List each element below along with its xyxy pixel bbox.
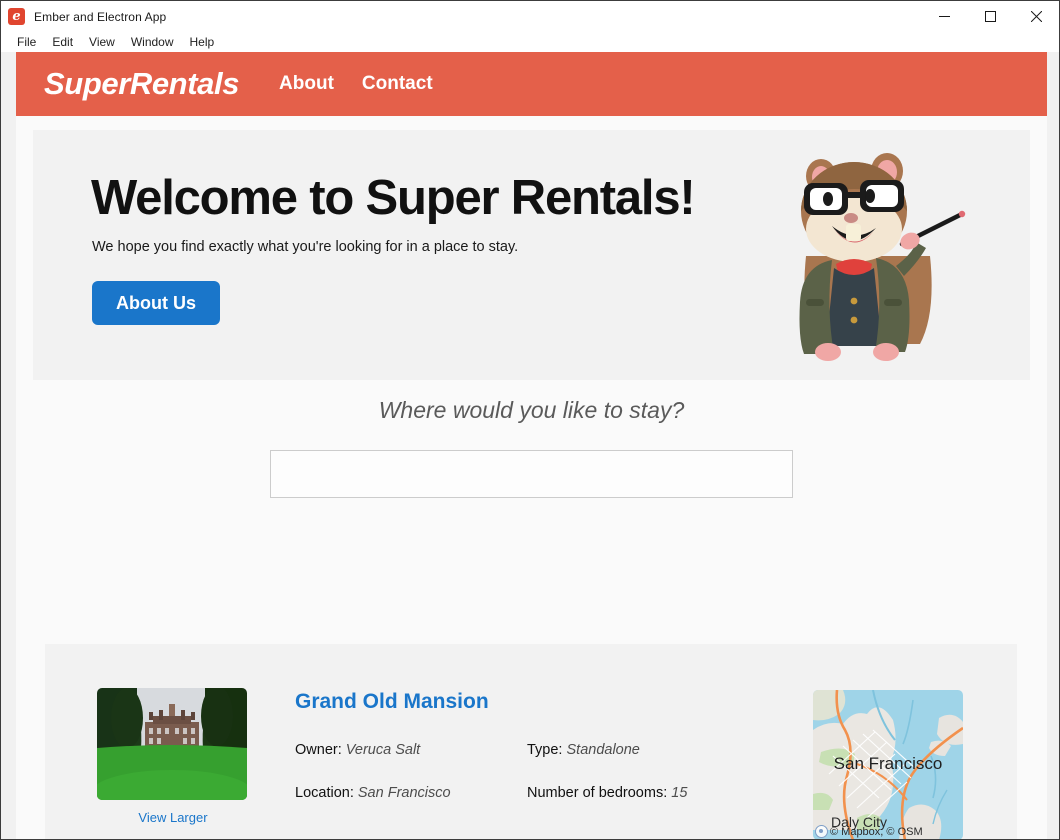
menu-item-file[interactable]: File [9,32,44,52]
detail-value-bedrooms: 15 [671,785,688,801]
listing-detail-bedrooms: Number of bedrooms: 15 [527,785,813,801]
view-larger-link[interactable]: View Larger [97,810,249,825]
web-page: SuperRentals About Contact Welcome to Su… [1,52,1059,839]
menu-item-window[interactable]: Window [123,32,182,52]
svg-text:San Francisco: San Francisco [834,754,943,773]
listing-details-column: Grand Old Mansion Owner: Veruca Salt Typ… [249,688,813,839]
listing-detail-grid: Owner: Veruca Salt Type: Standalone Loca… [295,742,813,801]
search-heading: Where would you like to stay? [378,397,685,423]
detail-label-bedrooms: Number of bedrooms: [527,785,668,801]
browser-viewport: SuperRentals About Contact Welcome to Su… [1,52,1059,839]
hero-jumbotron: Welcome to Super Rentals! We hope you fi… [33,130,1030,380]
menu-item-view[interactable]: View [81,32,123,52]
menu-item-help[interactable]: Help [182,32,223,52]
close-icon[interactable] [1013,1,1059,32]
grand-old-mansion-photo[interactable] [97,688,247,800]
menu-item-edit[interactable]: Edit [44,32,81,52]
title-bar: Ember and Electron App [1,1,1059,32]
detail-label-location: Location: [295,785,354,801]
search-input-wrapper [33,450,1030,498]
nav-link-contact[interactable]: Contact [362,73,433,95]
vertical-scrollbar[interactable] [1047,52,1059,839]
map-tiles: San Francisco Daly City [813,690,963,839]
listing-title[interactable]: Grand Old Mansion [295,690,813,714]
detail-value-owner: Veruca Salt [345,742,421,758]
listing-detail-location: Location: San Francisco [295,785,527,801]
listing-thumbnail-column: View Larger [97,688,249,839]
search-section: Where would you like to stay? [33,397,1030,498]
site-navbar: SuperRentals About Contact [16,52,1047,116]
listing-row: View Larger Grand Old Mansion Owner: Ver… [97,688,965,839]
left-gutter [1,52,16,839]
menu-bar: File Edit View Window Help [1,32,1059,52]
maximize-icon[interactable] [967,1,1013,32]
map-attribution: © Mapbox, © OSM [813,823,963,839]
location-map[interactable]: San Francisco Daly City © Mapbox, © OSM [813,690,963,839]
detail-value-type: Standalone [566,742,640,758]
window-title: Ember and Electron App [34,9,167,24]
tomster-hamster-mascot [799,153,966,361]
ember-logo-icon [8,8,25,25]
listing-detail-owner: Owner: Veruca Salt [295,742,527,758]
brand-logo[interactable]: SuperRentals [44,66,239,102]
detail-label-type: Type: [527,742,563,758]
about-us-button[interactable]: About Us [92,280,220,325]
detail-label-owner: Owner: [295,742,342,758]
rental-listing-card: View Larger Grand Old Mansion Owner: Ver… [45,644,1017,839]
detail-value-location: San Francisco [357,785,451,801]
nav-links: About Contact [279,73,461,95]
listing-detail-type: Type: Standalone [527,742,813,758]
window-controls [921,1,1059,32]
application-window: Ember and Electron App File Edit View Wi… [0,0,1060,840]
listing-map-column: San Francisco Daly City © Mapbox, © OSM [813,688,965,839]
search-input[interactable] [270,450,793,498]
nav-link-about[interactable]: About [279,73,334,95]
minimize-icon[interactable] [921,1,967,32]
map-info-icon[interactable] [815,825,828,838]
map-attribution-text: © Mapbox, © OSM [830,825,923,838]
